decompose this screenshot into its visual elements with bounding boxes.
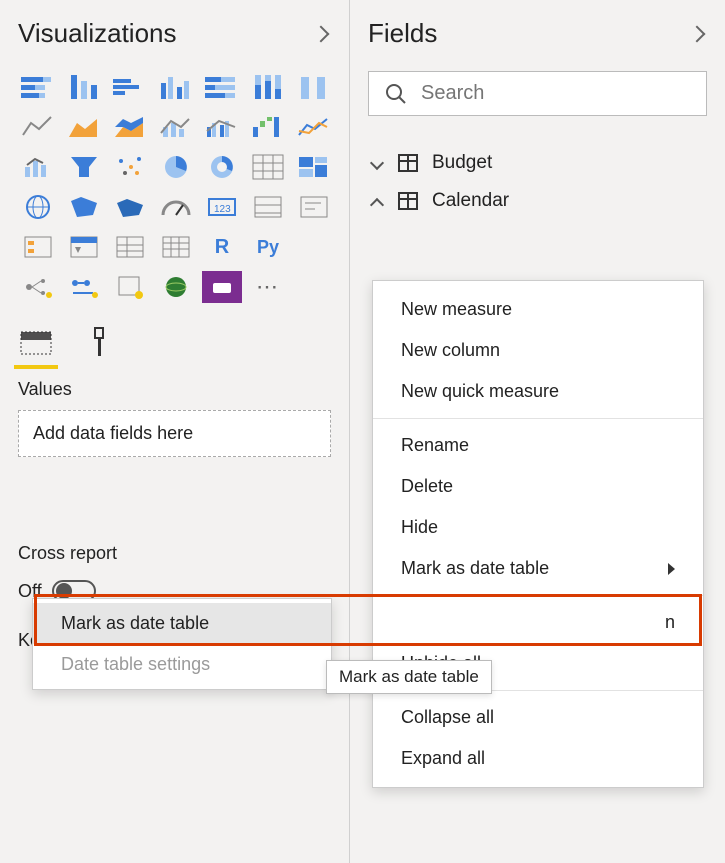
well-tabs [18,325,331,361]
shape-map-icon[interactable] [64,191,104,223]
table-icon [398,154,418,172]
visualization-gallery: 123 R Py ⋯ [18,71,331,303]
menu-delete[interactable]: Delete [373,466,703,507]
menu-separator [373,595,703,596]
submenu-mark-as-date-table[interactable]: Mark as date table [33,603,331,644]
collapse-fields-icon[interactable] [689,25,706,42]
fields-search-box[interactable] [368,71,707,116]
waterfall-chart-icon[interactable] [248,111,288,143]
menu-expand-all[interactable]: Expand all [373,738,703,779]
svg-text:123: 123 [214,204,231,215]
menu-mark-as-date-table-label: Mark as date table [401,558,549,579]
stacked-bar-chart-icon[interactable] [18,71,58,103]
100-stacked-column-chart-icon[interactable] [248,71,288,103]
import-visual-icon[interactable] [294,271,334,303]
table-budget[interactable]: Budget [368,144,707,182]
multi-row-card-icon[interactable] [248,191,288,223]
visualizations-panel: Visualizations [0,0,350,863]
format-well-tab[interactable] [82,325,118,361]
map-icon[interactable] [294,151,334,183]
search-input[interactable] [421,82,690,105]
menu-rename[interactable]: Rename [373,425,703,466]
table-label: Budget [432,152,492,174]
card-icon[interactable]: 123 [202,191,242,223]
r-script-visual-icon[interactable] [156,231,196,263]
donut-chart-icon[interactable] [202,151,242,183]
visualizations-header: Visualizations [18,18,331,49]
gauge-icon[interactable] [156,191,196,223]
decomposition-tree-icon[interactable] [294,231,334,263]
chevron-up-icon [370,194,384,208]
line-stacked-column-chart-icon[interactable] [156,111,196,143]
table-icon[interactable] [64,231,104,263]
table-context-menu: New measure New column New quick measure… [372,280,704,788]
treemap-icon[interactable] [248,151,288,183]
menu-mark-as-date-table[interactable]: Mark as date table [373,548,703,589]
line-clustered-column-chart-icon[interactable] [202,111,242,143]
menu-item-obscured[interactable]: n [373,602,703,643]
clustered-column-chart-icon[interactable] [156,71,196,103]
stacked-area-chart-icon[interactable] [110,111,150,143]
visualizations-title: Visualizations [18,18,177,49]
key-influencers-icon[interactable]: Py [248,231,288,263]
bubble-chart-icon[interactable] [110,151,150,183]
filled-map-icon[interactable] [18,191,58,223]
cross-report-label: Cross report [18,543,331,564]
arcgis-map-icon[interactable] [110,191,150,223]
tooltip: Mark as date table [326,660,492,694]
submenu-date-table-settings[interactable]: Date table settings [33,644,331,685]
clustered-bar-chart-icon[interactable] [64,71,104,103]
search-icon [385,83,407,105]
python-visual-icon[interactable]: R [202,231,242,263]
paginated-report-icon[interactable] [110,271,150,303]
menu-new-quick-measure[interactable]: New quick measure [373,371,703,412]
matrix-icon[interactable] [110,231,150,263]
slicer-icon[interactable] [18,231,58,263]
submenu-arrow-icon [668,563,675,575]
chevron-down-icon [370,156,384,170]
funnel-chart-icon[interactable] [18,151,58,183]
scatter-chart-2-icon[interactable] [294,111,334,143]
table-icon [398,192,418,210]
values-label: Values [18,379,331,400]
ribbon-chart-icon[interactable] [294,71,334,103]
kpi-icon[interactable] [294,191,334,223]
fields-header: Fields [368,18,707,49]
values-drop-well[interactable]: Add data fields here [18,410,331,457]
area-chart-icon[interactable] [64,111,104,143]
table-label: Calendar [432,190,509,212]
smart-narrative-icon[interactable] [64,271,104,303]
fields-title: Fields [368,18,437,49]
menu-collapse-all[interactable]: Collapse all [373,697,703,738]
fields-well-tab[interactable] [18,325,54,361]
menu-hide[interactable]: Hide [373,507,703,548]
100-stacked-bar-chart-icon[interactable] [202,71,242,103]
mark-as-date-table-submenu: Mark as date table Date table settings [32,598,332,690]
power-apps-icon[interactable] [156,271,196,303]
qna-visual-icon[interactable] [18,271,58,303]
menu-separator [373,418,703,419]
table-calendar[interactable]: Calendar [368,182,707,220]
stacked-column-chart-icon[interactable] [110,71,150,103]
scatter-chart-icon[interactable] [64,151,104,183]
power-automate-icon[interactable] [202,271,242,303]
pie-chart-icon[interactable] [156,151,196,183]
collapse-visualizations-icon[interactable] [313,25,330,42]
more-visuals-icon[interactable]: ⋯ [248,271,288,303]
menu-new-measure[interactable]: New measure [373,289,703,330]
menu-new-column[interactable]: New column [373,330,703,371]
line-chart-icon[interactable] [18,111,58,143]
